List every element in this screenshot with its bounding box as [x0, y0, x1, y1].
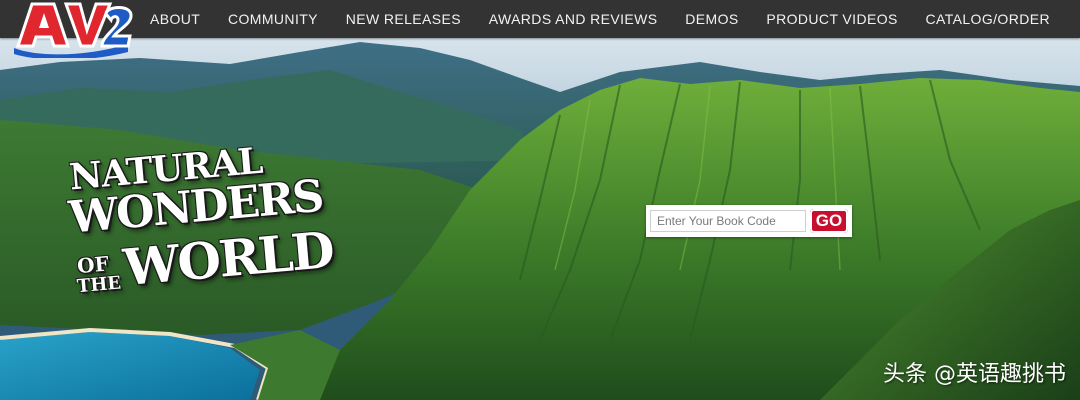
- series-title: NATURAL WONDERS OF THE WORLD: [59, 135, 335, 314]
- book-code-form: GO: [646, 205, 852, 237]
- nav-item-demos[interactable]: DEMOS: [675, 11, 748, 27]
- av2-logo[interactable]: [10, 0, 134, 60]
- nav-item-awards-and-reviews[interactable]: AWARDS AND REVIEWS: [479, 11, 668, 27]
- nav-item-community[interactable]: COMMUNITY: [218, 11, 328, 27]
- av2-logo-icon: [14, 2, 133, 60]
- nav-menu: ABOUT COMMUNITY NEW RELEASES AWARDS AND …: [140, 0, 1060, 38]
- watermark: 头条 @英语趣挑书: [883, 356, 1066, 388]
- book-code-input[interactable]: [650, 210, 806, 232]
- title-the: THE: [76, 272, 122, 298]
- nav-item-catalog-order[interactable]: CATALOG/ORDER: [916, 11, 1060, 27]
- top-nav: ABOUT COMMUNITY NEW RELEASES AWARDS AND …: [0, 0, 1080, 38]
- nav-item-new-releases[interactable]: NEW RELEASES: [336, 11, 471, 27]
- nav-item-product-videos[interactable]: PRODUCT VIDEOS: [756, 11, 907, 27]
- nav-item-about[interactable]: ABOUT: [140, 11, 210, 27]
- go-button[interactable]: GO: [810, 209, 848, 233]
- watermark-text: 头条 @英语趣挑书: [883, 362, 1066, 387]
